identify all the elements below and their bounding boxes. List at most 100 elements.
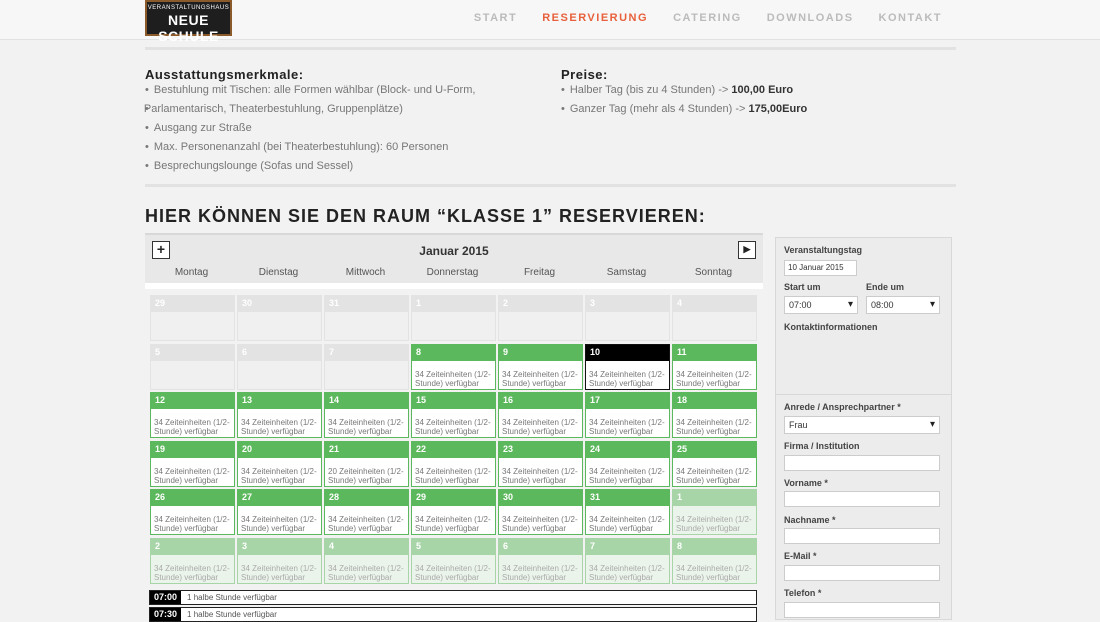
end-select[interactable]: 08:00: [866, 296, 940, 314]
calendar-day-number: 8: [412, 344, 495, 361]
calendar-day-availability: 34 Zeiteinheiten (1/2-Stunde) verfügbar: [415, 563, 491, 582]
calendar-day-availability: 34 Zeiteinheiten (1/2-Stunde) verfügbar: [328, 418, 404, 436]
weekday-label: Sonntag: [694, 267, 733, 278]
calendar-day[interactable]: 27 34 Zeiteinheiten (1/2-Stunde) verfügba…: [237, 489, 322, 535]
calendar-day-number: 23: [499, 441, 582, 458]
calendar-day[interactable]: 16 34 Zeiteinheiten (1/2-Stunde) verfügba…: [498, 392, 583, 438]
calendar-day-availability: 34 Zeiteinheiten (1/2-Stunde) verfügbar: [589, 563, 665, 582]
start-select[interactable]: 07:00: [784, 296, 858, 314]
calendar-day[interactable]: 7 34 Zeiteinheiten (1/2-Stunde) verfügbar: [585, 537, 670, 584]
calendar-day[interactable]: 14 34 Zeiteinheiten (1/2-Stunde) verfügba…: [324, 392, 409, 438]
calendar-day-number: 16: [499, 393, 582, 409]
calendar-day-number: 2: [151, 538, 234, 555]
calendar-day: 4: [672, 295, 757, 341]
calendar-day: 7: [324, 343, 409, 390]
calendar-day[interactable]: 3 34 Zeiteinheiten (1/2-Stunde) verfügbar: [237, 537, 322, 584]
calendar-day-availability: 20 Zeiteinheiten (1/2-Stunde) verfügbar: [328, 466, 404, 485]
calendar-day-availability: 34 Zeiteinheiten (1/2-Stunde) verfügbar: [502, 515, 578, 533]
calendar-day[interactable]: 22 34 Zeiteinheiten (1/2-Stunde) verfügba…: [411, 440, 496, 487]
calendar-day[interactable]: 17 34 Zeiteinheiten (1/2-Stunde) verfügba…: [585, 392, 670, 438]
feature-item-3: Max. Personenanzahl (bei Theaterbestuhlu…: [145, 138, 525, 157]
calendar-day-availability: 34 Zeiteinheiten (1/2-Stunde) verfügbar: [241, 418, 317, 436]
calendar-day[interactable]: 2 34 Zeiteinheiten (1/2-Stunde) verfügbar: [150, 537, 235, 584]
calendar-month: Januar 2015: [419, 244, 489, 258]
nav-downloads[interactable]: DOWNLOADS: [767, 12, 854, 24]
calendar-day-availability: 34 Zeiteinheiten (1/2-Stunde) verfügbar: [676, 563, 752, 582]
calendar-day-number: 26: [151, 490, 234, 506]
reserve-title: HIER KÖNNEN SIE DEN RAUM “KLASSE 1” RESE…: [145, 206, 706, 226]
calendar-day[interactable]: 23 34 Zeiteinheiten (1/2-Stunde) verfügba…: [498, 440, 583, 487]
calendar-day-availability: 34 Zeiteinheiten (1/2-Stunde) verfügbar: [502, 418, 578, 436]
event-day-field[interactable]: 10 Januar 2015: [784, 260, 857, 276]
calendar-day-number: 4: [673, 296, 756, 312]
calendar-day[interactable]: 26 34 Zeiteinheiten (1/2-Stunde) verfügba…: [150, 489, 235, 535]
divider-top: [145, 47, 956, 50]
company-label: Firma / Institution: [784, 441, 860, 451]
calendar-day[interactable]: 25 34 Zeiteinheiten (1/2-Stunde) verfügba…: [672, 440, 757, 487]
logo-line-2: NEUE SCHULE: [158, 12, 219, 44]
calendar-day[interactable]: 9 34 Zeiteinheiten (1/2-Stunde) verfügbar: [498, 343, 583, 390]
calendar-day-number: 15: [412, 393, 495, 409]
nav-kontakt[interactable]: KONTAKT: [879, 12, 942, 24]
features-title: Ausstattungsmerkmale:: [145, 67, 304, 82]
calendar-day[interactable]: 5 34 Zeiteinheiten (1/2-Stunde) verfügbar: [411, 537, 496, 584]
weekday-label: Samstag: [606, 267, 647, 278]
calendar-day-number: 17: [586, 393, 669, 409]
calendar-day[interactable]: 12 34 Zeiteinheiten (1/2-Stunde) verfügba…: [150, 392, 235, 438]
prices-list: Halber Tag (bis zu 4 Stunden) -> 100,00 …: [561, 81, 941, 119]
email-field[interactable]: [784, 565, 940, 581]
end-label: Ende um: [866, 282, 905, 292]
calendar-day[interactable]: 8 34 Zeiteinheiten (1/2-Stunde) verfügbar: [672, 537, 757, 584]
calendar-day[interactable]: 21 20 Zeiteinheiten (1/2-Stunde) verfügba…: [324, 440, 409, 487]
time-slot-text: 1 halbe Stunde verfügbar: [187, 610, 277, 619]
phone-field[interactable]: [784, 602, 940, 618]
calendar-day-availability: 34 Zeiteinheiten (1/2-Stunde) verfügbar: [502, 369, 578, 388]
logo-line-1: VERANSTALTUNGSHAUS: [147, 5, 230, 11]
calendar-day[interactable]: 4 34 Zeiteinheiten (1/2-Stunde) verfügbar: [324, 537, 409, 584]
calendar-day-availability: 34 Zeiteinheiten (1/2-Stunde) verfügbar: [589, 515, 665, 533]
salutation-label: Anrede / Ansprechpartner *: [784, 402, 901, 412]
calendar-day-number: 9: [499, 344, 582, 361]
nav-catering[interactable]: CATERING: [673, 12, 742, 24]
next-month-icon[interactable]: ▶: [738, 241, 756, 259]
calendar-day[interactable]: 20 34 Zeiteinheiten (1/2-Stunde) verfügba…: [237, 440, 322, 487]
calendar-day-number: 5: [412, 538, 495, 555]
calendar-day-number: 6: [238, 344, 321, 361]
calendar-day[interactable]: 19 34 Zeiteinheiten (1/2-Stunde) verfügba…: [150, 440, 235, 487]
calendar-day-availability: 34 Zeiteinheiten (1/2-Stunde) verfügbar: [589, 418, 665, 436]
calendar-day-availability: 34 Zeiteinheiten (1/2-Stunde) verfügbar: [241, 563, 317, 582]
nav-start[interactable]: START: [474, 12, 517, 24]
calendar-day: 2: [498, 295, 583, 341]
features-list: Bestuhlung mit Tischen: alle Formen wähl…: [144, 81, 525, 176]
calendar-day[interactable]: 30 34 Zeiteinheiten (1/2-Stunde) verfügba…: [498, 489, 583, 535]
calendar-day-availability: 34 Zeiteinheiten (1/2-Stunde) verfügbar: [502, 563, 578, 582]
calendar-day-availability: 34 Zeiteinheiten (1/2-Stunde) verfügbar: [415, 418, 491, 436]
nav-reservierung[interactable]: RESERVIERUNG: [542, 12, 648, 24]
calendar-day[interactable]: 15 34 Zeiteinheiten (1/2-Stunde) verfügba…: [411, 392, 496, 438]
time-slot-text: 1 halbe Stunde verfügbar: [187, 593, 277, 602]
calendar: + Januar 2015 ▶ Montag Dienstag Mittwoch…: [145, 233, 763, 622]
calendar-day[interactable]: 6 34 Zeiteinheiten (1/2-Stunde) verfügbar: [498, 537, 583, 584]
calendar-day[interactable]: 18 34 Zeiteinheiten (1/2-Stunde) verfügba…: [672, 392, 757, 438]
site-logo[interactable]: VERANSTALTUNGSHAUS NEUE SCHULE: [145, 0, 232, 44]
firstname-field[interactable]: [784, 491, 940, 507]
calendar-day[interactable]: 11 34 Zeiteinheiten (1/2-Stunde) verfügba…: [672, 343, 757, 390]
calendar-day-selected[interactable]: 10 34 Zeiteinheiten (1/2-Stunde) verfügba…: [585, 343, 670, 390]
calendar-day: 3: [585, 295, 670, 341]
calendar-separator: [145, 283, 763, 289]
divider-middle: [145, 184, 956, 187]
salutation-select[interactable]: Frau: [784, 416, 940, 434]
feature-item-2: Ausgang zur Straße: [145, 119, 525, 138]
calendar-day[interactable]: 31 34 Zeiteinheiten (1/2-Stunde) verfügba…: [585, 489, 670, 535]
calendar-day[interactable]: 8 34 Zeiteinheiten (1/2-Stunde) verfügbar: [411, 343, 496, 390]
lastname-field[interactable]: [784, 528, 940, 544]
calendar-day[interactable]: 13 34 Zeiteinheiten (1/2-Stunde) verfügba…: [237, 392, 322, 438]
calendar-day[interactable]: 24 34 Zeiteinheiten (1/2-Stunde) verfügba…: [585, 440, 670, 487]
calendar-day[interactable]: 1 34 Zeiteinheiten (1/2-Stunde) verfügbar: [672, 489, 757, 535]
calendar-day-number: 7: [586, 538, 669, 555]
time-slot[interactable]: 07:00 1 halbe Stunde verfügbar: [149, 590, 757, 605]
calendar-day[interactable]: 28 34 Zeiteinheiten (1/2-Stunde) verfügba…: [324, 489, 409, 535]
company-field[interactable]: [784, 455, 940, 471]
calendar-day-number: 13: [238, 393, 321, 409]
calendar-day[interactable]: 29 34 Zeiteinheiten (1/2-Stunde) verfügba…: [411, 489, 496, 535]
